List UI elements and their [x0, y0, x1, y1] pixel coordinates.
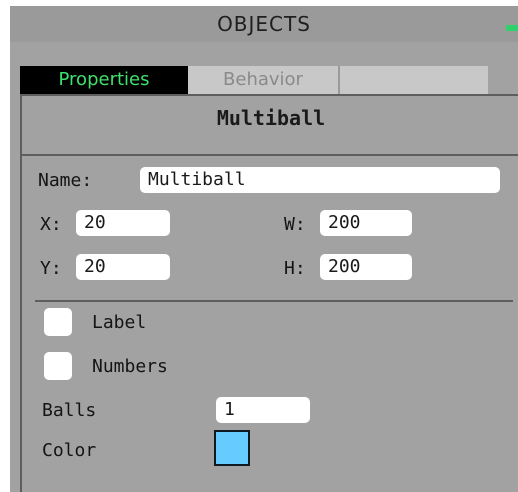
w-label: W: [284, 214, 306, 235]
divider [35, 300, 513, 302]
color-label: Color [42, 440, 97, 461]
x-input[interactable]: 20 [76, 210, 170, 236]
tab-properties[interactable]: Properties [20, 66, 188, 94]
color-swatch[interactable] [214, 430, 250, 466]
name-input[interactable]: Multiball [140, 167, 500, 193]
balls-input[interactable]: 1 [216, 397, 310, 423]
object-name-heading: Multiball [216, 106, 326, 130]
y-label: Y: [40, 258, 62, 279]
minimize-icon[interactable] [506, 25, 518, 31]
name-label: Name: [38, 170, 93, 191]
label-checkbox-label: Label [92, 312, 147, 333]
divider [20, 154, 22, 492]
h-input[interactable]: 200 [320, 254, 412, 280]
x-label: X: [40, 214, 62, 235]
tab-bar-filler [338, 66, 488, 94]
panel-titlebar[interactable]: OBJECTS [10, 6, 518, 42]
w-input[interactable]: 200 [320, 210, 412, 236]
tab-behavior[interactable]: Behavior [188, 66, 338, 94]
panel-title: OBJECTS [217, 12, 311, 36]
numbers-checkbox-label: Numbers [92, 356, 168, 377]
h-label: H: [284, 258, 306, 279]
y-input[interactable]: 20 [76, 254, 170, 280]
balls-label: Balls [42, 400, 97, 421]
object-header: Multiball [20, 94, 518, 154]
objects-panel: OBJECTS Properties Behavior Multiball Na… [10, 6, 518, 492]
divider [20, 154, 518, 156]
label-checkbox[interactable] [44, 308, 72, 336]
numbers-checkbox[interactable] [44, 352, 72, 380]
